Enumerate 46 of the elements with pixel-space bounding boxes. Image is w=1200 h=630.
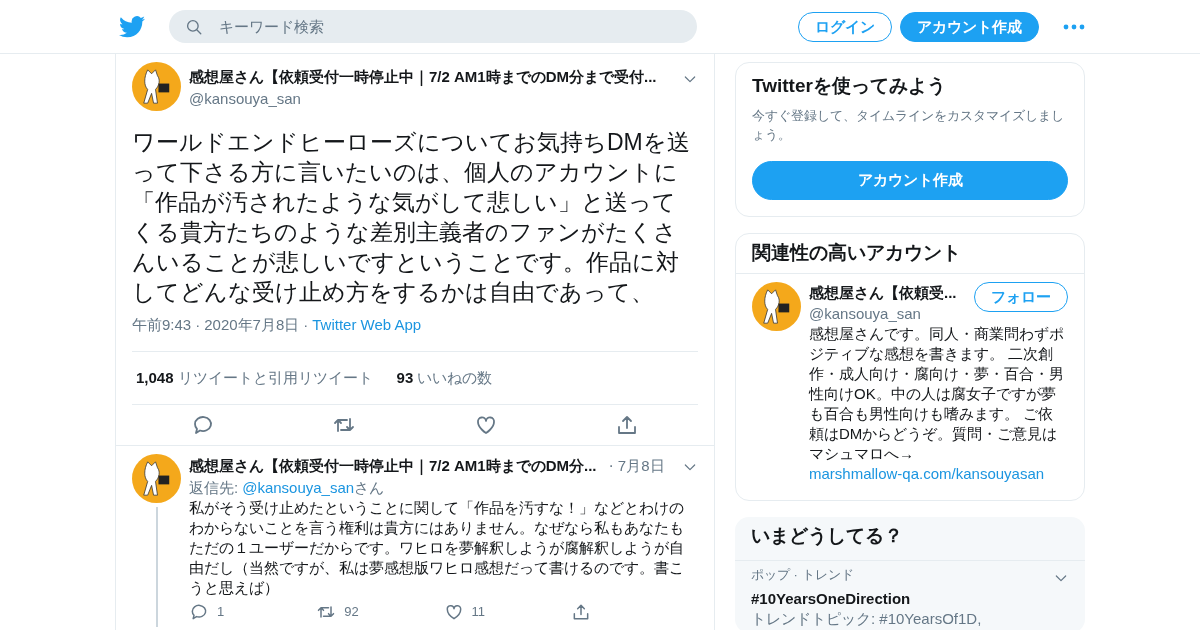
separator-dot: · <box>608 456 614 476</box>
separator-dot: · <box>195 315 201 335</box>
card-title: 関連性の高いアカウント <box>751 240 962 265</box>
action-count: 1 <box>217 603 225 622</box>
user-name[interactable]: 感想屋さん【依頼受... <box>809 281 974 305</box>
user-name[interactable]: 感想屋さん【依頼受付一時停止中｜7/2 AM1時までのDM分まで受付... <box>189 66 674 89</box>
search-icon <box>185 18 203 36</box>
user-handle[interactable]: @kansouya_san <box>809 304 974 325</box>
avatar-icon[interactable] <box>752 281 801 331</box>
trend-item[interactable]: ポップ · トレンド #10YearsOneDirection トレンドトピック: #10YearsOf1D, <box>735 559 1085 630</box>
mention-link[interactable]: @kansouya_san <box>242 479 355 496</box>
login-button[interactable]: ログイン <box>798 11 892 42</box>
user-name[interactable]: 感想屋さん【依頼受付一時停止中｜7/2 AM1時までのDM分... <box>189 454 597 478</box>
stat-count[interactable]: 93 <box>396 368 414 388</box>
avatar-icon[interactable] <box>132 62 181 111</box>
tweet-text: ワールドエンドヒーローズについてお気持ちDMを送って下さる方に言いたいのは、個人のアカウントに「作品が汚されたような気がして悲しい」と送ってくる貴方たちのような差別主義者のファンがたくさんいることが悲しいですということです。作品に対してどんな受け止め方をするかは自由であって、 <box>132 128 691 307</box>
follow-button[interactable]: フォロー <box>974 281 1068 312</box>
action-count: 11 <box>471 603 485 622</box>
card-title: Twitterを使ってみよう <box>752 75 947 98</box>
tweet-date[interactable]: 7月8日 <box>617 456 665 476</box>
stat-label[interactable]: いいねの数 <box>417 368 493 388</box>
source-link[interactable]: Twitter Web App <box>312 315 422 335</box>
card-text: 今すぐ登録して、タイムラインをカスタマイズしましょう。 <box>752 106 1065 145</box>
bird-logo[interactable] <box>119 16 145 39</box>
bio-link[interactable]: marshmallow-qa.com/kansouyasan <box>809 464 1068 485</box>
tweet-date: 2020年7月8日 <box>204 315 300 335</box>
action-count: 92 <box>344 603 359 622</box>
trend-category: ポップ · トレンド <box>751 565 854 584</box>
stat-label[interactable]: リツイートと引用リツイート <box>177 368 373 388</box>
reply-to-label: 返信先: <box>189 479 239 496</box>
signup-button[interactable]: アカウント作成 <box>900 11 1039 42</box>
separator-dot: · <box>303 315 309 335</box>
search-field[interactable]: キーワード検索 <box>169 10 697 43</box>
tweet-time: 午前9:43 <box>132 315 192 335</box>
trend-name: #10YearsOneDirection <box>751 588 912 609</box>
reply-to-suffix: さん <box>354 479 385 496</box>
trend-detail: トレンドトピック: #10YearsOf1D, <box>751 608 983 629</box>
more-icon[interactable] <box>1063 23 1085 30</box>
card-title: いまどうしてる？ <box>750 524 904 549</box>
reply-icon[interactable] <box>189 602 209 622</box>
signup-button[interactable]: アカウント作成 <box>752 160 1068 200</box>
user-handle[interactable]: @kansouya_san <box>189 88 674 109</box>
tweet-text: 私がそう受け止めたということに関して「作品を汚すな！」などとわけのわからないことを言う権利は貴方にはありません。なぜなら私もあなたもただの１ユーザーだからです。ワヒロを夢解釈しようが腐解釈しようが自由だし（当然ですが、私は夢感想版ワヒロ感想だって書けるのです。書こうと思えば） <box>189 498 685 598</box>
user-bio: 感想屋さんです。同人・商業問わずポジティブな感想を書きます。 二次創作・成人向け・腐向け・夢・百合・男性向けOK。中の人は腐女子ですが夢も百合も男性向けも嗜みます。 ご依頼はDMからどうぞ。質問・ご意見はマシュマロへ→ marshmallow-qa.com/kansouyasan <box>809 324 1068 485</box>
stat-count[interactable]: 1,048 <box>136 368 174 388</box>
avatar-icon[interactable] <box>132 454 181 503</box>
